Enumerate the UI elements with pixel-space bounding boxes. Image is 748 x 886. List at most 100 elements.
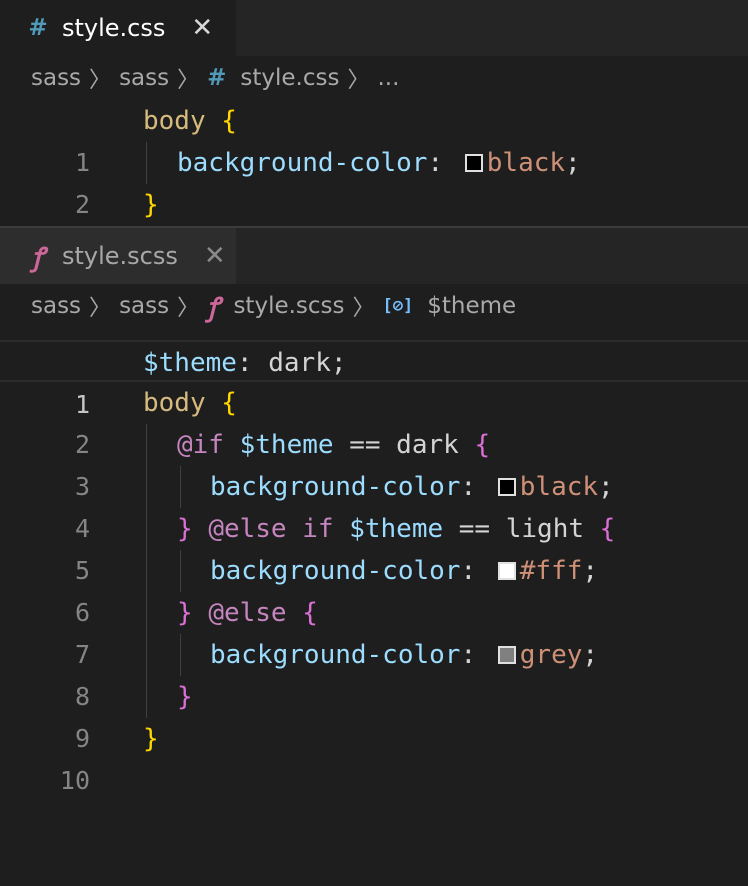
code-line[interactable]: 7 } @else { bbox=[0, 592, 748, 669]
tab-bar: ꝭ style.scss ✕ bbox=[0, 228, 748, 284]
indent-guide bbox=[146, 466, 147, 508]
selector: body bbox=[143, 388, 206, 418]
code-editor[interactable]: 1 $theme: dark; 2 body { 3 @if $theme ==… bbox=[0, 340, 748, 795]
property: background-color bbox=[177, 148, 428, 178]
breadcrumb-item-sass[interactable]: sass bbox=[119, 293, 169, 319]
tab-label: style.css bbox=[62, 14, 166, 42]
tab-bar: # style.css ✕ bbox=[0, 0, 748, 56]
brace: { bbox=[302, 598, 318, 628]
value: #fff bbox=[519, 556, 583, 586]
code-text: : dark; bbox=[236, 348, 347, 378]
chevron-right-icon: 〉 bbox=[89, 68, 112, 93]
line-content: background-color: black; bbox=[177, 142, 581, 184]
code-line[interactable]: 2 background-color: black; bbox=[0, 142, 748, 219]
indent-guide bbox=[146, 424, 147, 466]
code-line[interactable]: 1 body { bbox=[0, 100, 748, 177]
line-number: 10 bbox=[59, 766, 90, 795]
line-content: background-color: #fff; bbox=[210, 550, 598, 592]
variable-symbol-icon: [⊘] bbox=[382, 296, 414, 316]
line-content: background-color: grey; bbox=[210, 634, 598, 676]
colon: : bbox=[460, 472, 477, 502]
close-icon[interactable]: ✕ bbox=[204, 243, 226, 269]
tab-style-css[interactable]: # style.css ✕ bbox=[0, 0, 236, 56]
property: background-color bbox=[210, 556, 461, 586]
brace: } bbox=[177, 682, 193, 712]
property: background-color bbox=[210, 472, 461, 502]
code-line[interactable]: 3 } bbox=[0, 184, 748, 261]
keyword: @else bbox=[208, 598, 287, 628]
value: grey bbox=[519, 640, 583, 670]
code-line[interactable]: 9 } bbox=[0, 676, 748, 753]
brace: } bbox=[143, 190, 159, 220]
indent-guide bbox=[146, 142, 147, 184]
css-file-icon: # bbox=[28, 15, 48, 41]
semicolon: ; bbox=[582, 556, 599, 586]
value: black bbox=[486, 148, 566, 178]
brace: { bbox=[599, 514, 616, 544]
keyword: @if bbox=[177, 430, 224, 460]
line-content: body { bbox=[143, 100, 237, 142]
breadcrumb-item-sass[interactable]: sass bbox=[31, 65, 81, 91]
breadcrumb: sass 〉 sass 〉 ꝭ style.scss 〉 [⊘] $theme bbox=[0, 286, 748, 326]
color-swatch[interactable] bbox=[464, 154, 483, 172]
chevron-right-icon: 〉 bbox=[352, 296, 375, 321]
color-swatch[interactable] bbox=[497, 562, 516, 580]
line-content: background-color: black; bbox=[210, 466, 614, 508]
line-content: } bbox=[143, 718, 159, 760]
line-content: } bbox=[177, 676, 193, 718]
code-line[interactable]: 2 body { bbox=[0, 382, 748, 459]
line-content: } bbox=[143, 184, 159, 226]
code-line-current[interactable]: 1 $theme: dark; bbox=[0, 340, 748, 419]
code-line[interactable]: 4 background-color: black; bbox=[0, 466, 748, 543]
close-icon[interactable]: ✕ bbox=[191, 15, 213, 41]
code-line[interactable]: 3 @if $theme == dark { bbox=[0, 424, 748, 501]
breadcrumb-item-file[interactable]: style.css bbox=[240, 65, 339, 91]
indent-guide bbox=[146, 634, 147, 676]
colon: : bbox=[460, 556, 477, 586]
breadcrumb-item-sass[interactable]: sass bbox=[31, 293, 81, 319]
color-swatch[interactable] bbox=[497, 478, 516, 496]
brace: } bbox=[177, 514, 193, 544]
code-editor[interactable]: 1 body { 2 background-color: black; 3 } bbox=[0, 100, 748, 261]
brace: { bbox=[221, 106, 237, 136]
chevron-right-icon: 〉 bbox=[89, 296, 112, 321]
indent-guide bbox=[146, 592, 147, 634]
sass-file-icon: ꝭ bbox=[31, 243, 45, 273]
color-swatch[interactable] bbox=[497, 646, 516, 664]
indent-guide bbox=[146, 550, 147, 592]
indent-guide bbox=[180, 634, 181, 676]
value: black bbox=[519, 472, 599, 502]
code-line[interactable]: 6 background-color: #fff; bbox=[0, 550, 748, 627]
tab-style-scss[interactable]: ꝭ style.scss ✕ bbox=[0, 228, 236, 284]
chevron-right-icon: 〉 bbox=[177, 296, 200, 321]
colon: : bbox=[427, 148, 444, 178]
property: background-color bbox=[210, 640, 461, 670]
code-line[interactable]: 5 } @else if $theme == light { bbox=[0, 508, 748, 585]
code-text: == light bbox=[443, 514, 600, 544]
breadcrumb-item-sass[interactable]: sass bbox=[119, 65, 169, 91]
variable: $theme bbox=[239, 430, 334, 460]
variable: $theme bbox=[143, 348, 237, 378]
semicolon: ; bbox=[598, 472, 614, 502]
chevron-right-icon: 〉 bbox=[347, 68, 370, 93]
chevron-right-icon: 〉 bbox=[177, 68, 200, 93]
breadcrumb-item-symbol[interactable]: $theme bbox=[427, 293, 516, 319]
indent-guide bbox=[146, 676, 147, 718]
variable: $theme bbox=[349, 514, 444, 544]
editor-group-top: # style.css ✕ sass 〉 sass 〉 # style.css … bbox=[0, 0, 748, 261]
code-text: == dark bbox=[333, 430, 475, 460]
breadcrumb-item-more[interactable]: ... bbox=[378, 65, 400, 91]
selector: body bbox=[143, 106, 206, 136]
code-line[interactable]: 8 background-color: grey; bbox=[0, 634, 748, 711]
indent-guide bbox=[146, 508, 147, 550]
semicolon: ; bbox=[565, 148, 581, 178]
brace: } bbox=[143, 724, 159, 754]
code-line[interactable]: 10 } bbox=[0, 718, 748, 795]
tab-label: style.scss bbox=[62, 242, 178, 270]
breadcrumb: sass 〉 sass 〉 # style.css 〉 ... bbox=[0, 58, 748, 98]
editor-group-bottom: ꝭ style.scss ✕ sass 〉 sass 〉 ꝭ style.scs… bbox=[0, 228, 748, 795]
breadcrumb-item-file[interactable]: style.scss bbox=[233, 293, 344, 319]
line-content: } @else if $theme == light { bbox=[177, 508, 615, 550]
semicolon: ; bbox=[582, 640, 599, 670]
brace: { bbox=[474, 430, 491, 460]
